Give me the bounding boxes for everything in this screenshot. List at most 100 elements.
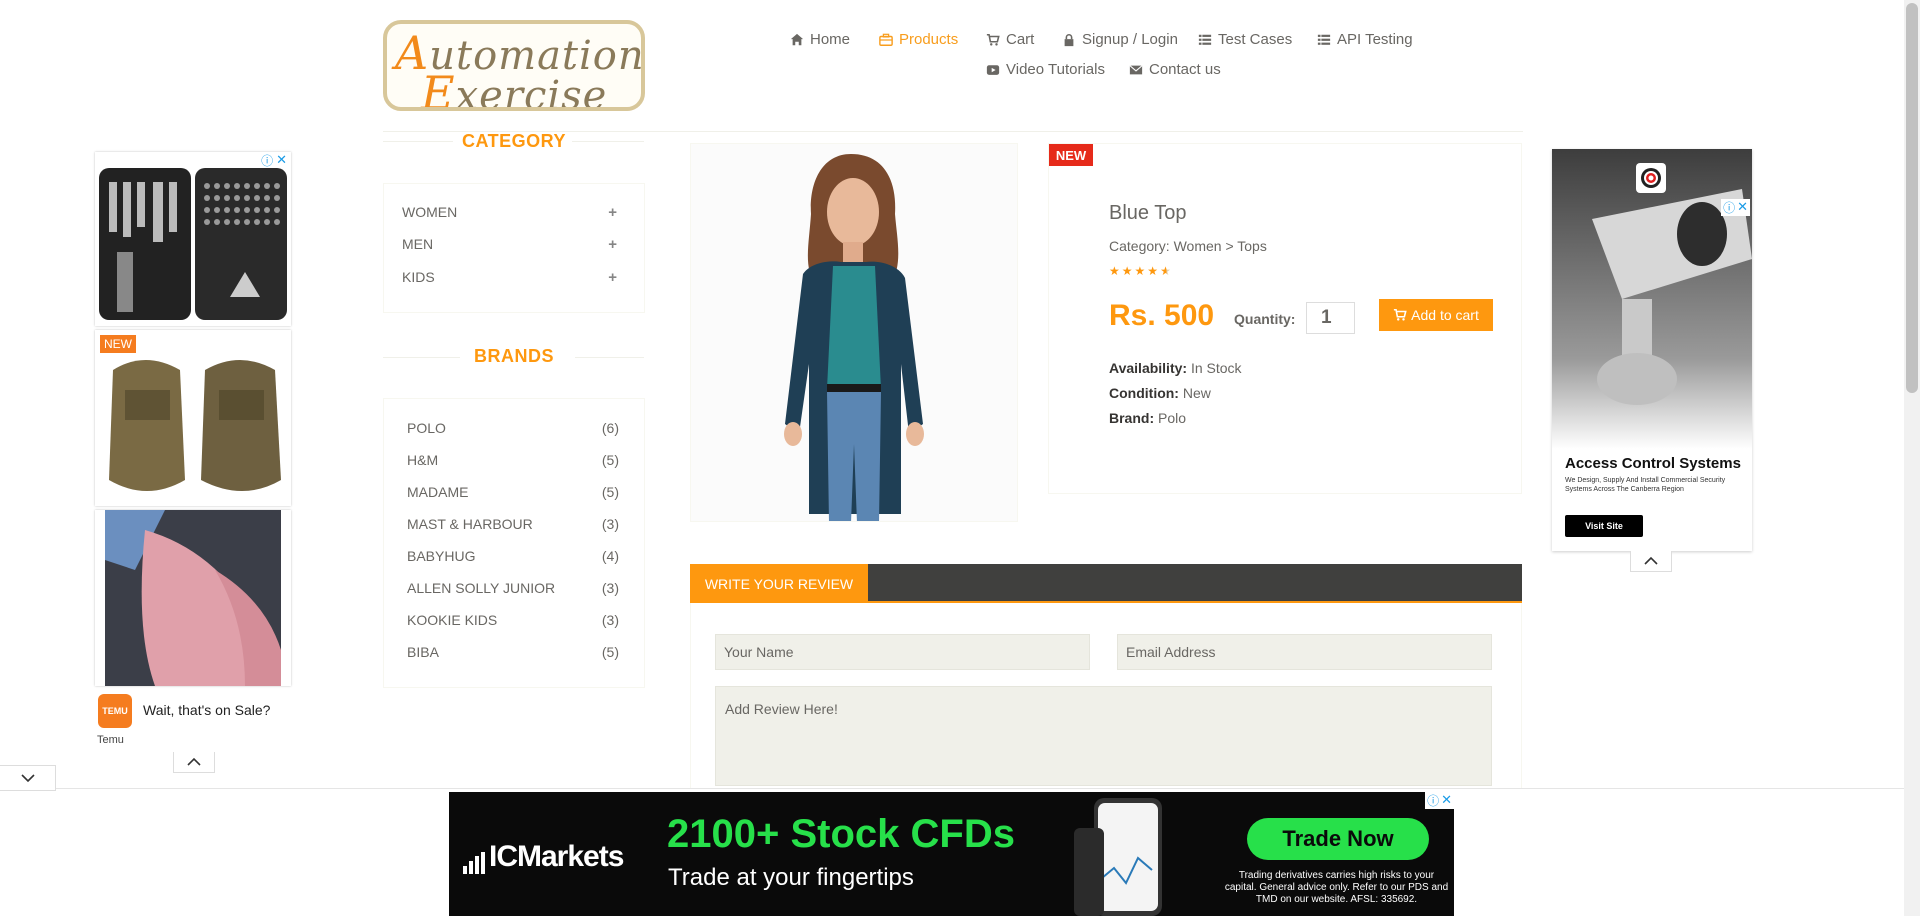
star-icon: ★ [1147,264,1161,278]
brand-name: BABYHUG [407,548,476,564]
brand-item[interactable]: MAST & HARBOUR (3) [407,516,619,532]
brands-title: BRANDS [473,346,554,366]
review-textarea[interactable] [715,686,1492,786]
products-icon [879,33,893,46]
ad-tagline: Wait, that's on Sale? [143,702,271,718]
plus-icon[interactable]: + [608,204,617,221]
plus-icon[interactable]: + [608,269,617,286]
phone-image [1074,798,1162,916]
ad-disclaimer: Trading derivatives carries high risks t… [1224,870,1449,905]
nav-video-tutorials[interactable]: Video Tutorials [986,61,1105,78]
ad-product-sneakers[interactable] [95,510,291,686]
lock-icon [1064,33,1074,46]
condition-row: Condition: New [1109,385,1211,401]
ad-product-backpack[interactable]: NEW [95,330,291,506]
brand-count: (3) [601,612,619,628]
brand-item[interactable]: H&M (5) [407,452,619,468]
brand-count: (3) [601,580,619,596]
cart-icon [1394,308,1407,321]
ad-product-tool-kit[interactable]: ⓘ ✕ [95,152,291,326]
brand-item[interactable]: MADAME (5) [407,484,619,500]
category-item-women[interactable]: WOMEN + [402,204,617,221]
star-half-icon: ★ [1160,264,1173,278]
logo-line-2: Exercise [421,66,608,111]
nav-test-cases-label: Test Cases [1218,31,1293,48]
info-icon[interactable]: ⓘ [261,152,273,169]
ad-choices: ⓘ ✕ [261,152,287,169]
plus-icon[interactable]: + [608,236,617,253]
availability-label: Availability: [1109,360,1188,376]
product-price: Rs. 500 [1109,299,1215,332]
brand-name: BIBA [407,644,439,660]
bars-icon [463,852,485,874]
left-ad-collapse-button[interactable] [173,752,215,773]
nav-contact-us[interactable]: Contact us [1129,61,1221,78]
trade-now-button[interactable]: Trade Now [1247,818,1429,860]
nav-home[interactable]: Home [790,31,850,48]
brand-count: (3) [601,516,619,532]
brand-item[interactable]: ALLEN SOLLY JUNIOR (3) [407,580,619,596]
left-ad: ⓘ ✕ NEW TEMU Wait, that's on Sale? Temu [95,152,291,752]
sticky-ad-toggle[interactable] [0,765,56,791]
bottom-ad-banner[interactable]: ICMarkets 2100+ Stock CFDs Trade at your… [449,792,1454,916]
nav-api-testing-label: API Testing [1337,31,1413,48]
sneakers-image [95,510,291,686]
category-label: KIDS [402,269,435,285]
right-ad[interactable]: ⓘ ✕ Access Control Systems We Design, Su… [1552,149,1752,551]
chevron-up-icon [1644,556,1658,565]
star-icon: ★ [1109,264,1122,278]
brand-item[interactable]: KOOKIE KIDS (3) [407,612,619,628]
ad-footer[interactable]: TEMU Wait, that's on Sale? Temu [95,690,291,746]
add-to-cart-button[interactable]: Add to cart [1379,299,1493,331]
tab-write-review[interactable]: WRITE YOUR REVIEW [690,564,868,603]
review-email-input[interactable] [1117,634,1492,670]
brand-name: POLO [407,420,446,436]
brand-name: MAST & HARBOUR [407,516,533,532]
ad-headline: 2100+ Stock CFDs [667,812,1015,856]
product-image [690,143,1018,522]
ad-subline: Trade at your fingertips [668,864,914,891]
category-item-kids[interactable]: KIDS + [402,269,617,286]
nav-api-testing[interactable]: API Testing [1317,31,1413,48]
nav-products[interactable]: Products [879,31,958,48]
video-icon [986,64,1000,75]
nav-signup-login[interactable]: Signup / Login [1062,31,1178,48]
nav-cart[interactable]: Cart [986,31,1034,48]
nav-signup-login-label: Signup / Login [1082,31,1178,48]
review-name-input[interactable] [715,634,1090,670]
category-title: CATEGORY [461,131,566,151]
nav-home-label: Home [810,31,851,48]
nav-test-cases[interactable]: Test Cases [1198,31,1292,48]
tool-kit-image [95,152,291,326]
right-ad-collapse-button[interactable] [1630,551,1672,572]
visit-site-button[interactable]: Visit Site [1565,515,1643,537]
brand-value: Polo [1158,410,1187,426]
quantity-label: Quantity: [1234,311,1296,327]
brand-item[interactable]: BABYHUG (4) [407,548,619,564]
info-icon[interactable]: ⓘ [1723,199,1735,216]
info-icon[interactable]: ⓘ [1427,792,1439,809]
list-icon [1317,34,1331,45]
icmarkets-brand: ICMarkets [489,840,624,873]
brand-item[interactable]: POLO (6) [407,420,619,436]
ad-brand: Temu [97,734,124,746]
brand-count: (4) [601,548,619,564]
brand-item[interactable]: BIBA (5) [407,644,619,660]
close-icon[interactable]: ✕ [1737,199,1748,216]
quantity-input[interactable] [1306,302,1355,334]
product-title: Blue Top [1109,202,1187,224]
brand-name: MADAME [407,484,469,500]
logo-line-2-rest: xercise [455,73,608,111]
ad-right-body: We Design, Supply And Install Commercial… [1565,477,1726,493]
category-label: MEN [402,236,434,252]
site-logo[interactable]: Automation Exercise [383,20,645,111]
nav-cart-label: Cart [1006,31,1035,48]
star-icon: ★ [1134,264,1148,278]
close-icon[interactable]: ✕ [1441,792,1452,809]
close-icon[interactable]: ✕ [276,152,287,169]
availability-value: In Stock [1190,360,1242,376]
scrollbar-thumb[interactable] [1906,3,1918,393]
brand-count: (5) [601,452,619,468]
category-item-men[interactable]: MEN + [402,236,617,253]
nav-contact-us-label: Contact us [1149,61,1221,78]
